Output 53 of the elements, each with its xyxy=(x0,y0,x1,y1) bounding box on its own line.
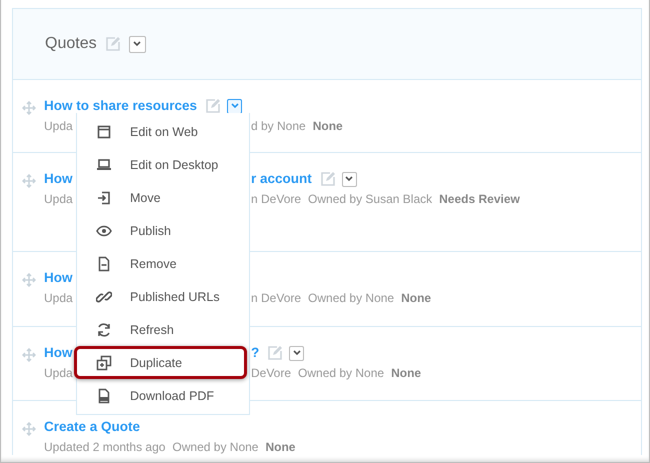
menu-item[interactable]: Move xyxy=(77,181,249,214)
dropdown-toggle[interactable] xyxy=(342,172,357,186)
chevron-down-icon xyxy=(345,176,354,182)
status-label: None xyxy=(391,365,422,381)
status-label: None xyxy=(401,290,432,306)
menu-item[interactable]: Edit on Desktop xyxy=(77,148,249,181)
menu-item[interactable]: Remove xyxy=(77,247,249,280)
dropdown-toggle[interactable] xyxy=(128,36,146,52)
move-in-icon xyxy=(96,190,112,206)
menu-item[interactable]: Publish xyxy=(77,214,249,247)
window-icon xyxy=(96,124,112,140)
meta-text: n DeVore xyxy=(251,191,302,207)
chevron-down-icon xyxy=(230,103,239,109)
meta-text: DeVore xyxy=(251,365,292,381)
edit-icon[interactable] xyxy=(267,345,284,361)
meta-text: Updated 2 months ago xyxy=(44,439,166,455)
meta-text: Owned by None xyxy=(308,290,394,306)
meta-text: d by None xyxy=(251,118,306,134)
status-label: Needs Review xyxy=(439,191,520,207)
edit-icon[interactable] xyxy=(104,36,121,52)
edit-icon[interactable] xyxy=(205,98,222,114)
status-label: None xyxy=(265,439,296,455)
meta-text: Upda xyxy=(44,192,73,206)
meta-text: Upda xyxy=(44,291,73,305)
meta-text: Owned by None xyxy=(298,365,384,381)
drag-handle-icon[interactable] xyxy=(22,348,36,362)
refresh-icon xyxy=(96,322,112,338)
dropdown-toggle[interactable] xyxy=(289,346,304,360)
meta-text: Owned by Susan Black xyxy=(308,191,432,207)
link-icon xyxy=(96,288,112,304)
duplicate-icon xyxy=(96,354,112,370)
menu-item[interactable]: Published URLs xyxy=(77,280,249,313)
meta-text: Upda xyxy=(44,366,73,380)
drag-handle-icon[interactable] xyxy=(22,422,36,436)
laptop-icon xyxy=(96,156,112,172)
dropdown-toggle[interactable] xyxy=(227,98,242,114)
menu-item[interactable]: Refresh xyxy=(77,313,249,346)
drag-handle-icon[interactable] xyxy=(22,174,36,188)
pdf-file-icon xyxy=(96,388,112,404)
edit-icon[interactable] xyxy=(320,171,336,187)
status-label: None xyxy=(312,118,343,134)
drag-handle-icon[interactable] xyxy=(22,101,36,115)
drag-handle-icon[interactable] xyxy=(22,273,36,287)
chevron-down-icon xyxy=(133,41,142,47)
chevron-down-icon xyxy=(292,350,301,356)
menu-item[interactable]: Edit on Web xyxy=(77,115,249,148)
meta-text: Owned by None xyxy=(172,439,258,455)
menu-item[interactable]: Download PDF xyxy=(77,379,249,412)
document-minus-icon xyxy=(96,256,112,272)
list-title: Quotes xyxy=(45,35,97,53)
meta-text: Upda xyxy=(44,119,73,133)
meta-text: n DeVore xyxy=(251,290,302,306)
menu-item[interactable]: Duplicate xyxy=(74,346,247,379)
